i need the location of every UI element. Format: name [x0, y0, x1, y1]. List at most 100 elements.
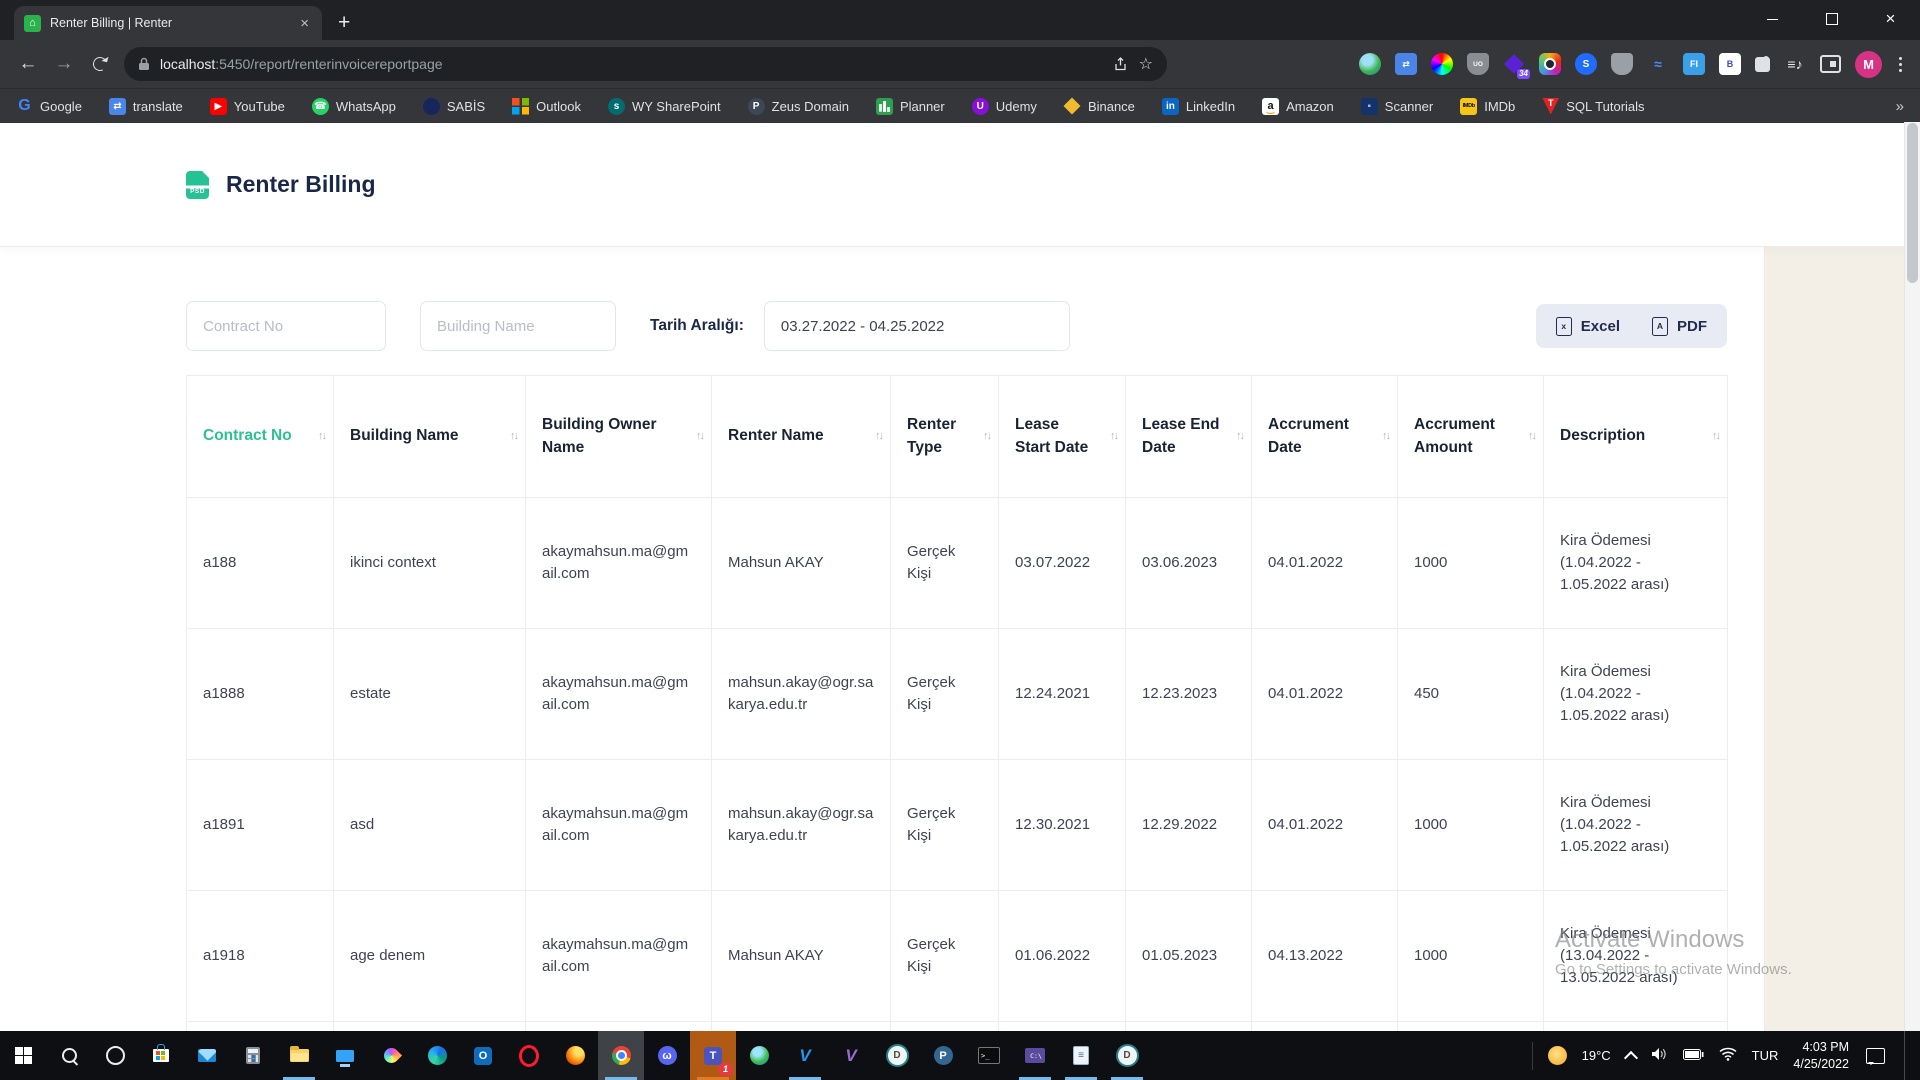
bookmark-item[interactable]: in LinkedIn	[1162, 98, 1235, 115]
search-icon[interactable]	[46, 1031, 92, 1080]
extensions-puzzle-icon[interactable]	[1755, 57, 1770, 72]
building-name-input[interactable]	[420, 301, 616, 351]
window-minimize-button[interactable]	[1743, 0, 1802, 38]
volume-icon[interactable]	[1651, 1047, 1668, 1064]
sort-icon[interactable]	[696, 429, 703, 445]
edge-icon[interactable]	[414, 1031, 460, 1080]
language-indicator[interactable]: TUR	[1752, 1048, 1779, 1063]
sort-icon[interactable]	[318, 429, 325, 445]
shazam-icon[interactable]: S	[1575, 53, 1597, 75]
column-header[interactable]: Building Owner Name	[526, 376, 712, 498]
playlist-icon[interactable]: ≡♪	[1784, 53, 1806, 75]
bookmark-item[interactable]: Outlook	[512, 98, 581, 115]
sort-icon[interactable]	[1528, 429, 1535, 445]
column-header[interactable]: Renter Type	[891, 376, 999, 498]
side-panel-icon[interactable]	[1820, 55, 1841, 73]
purple-diamond-ext-icon[interactable]: 34	[1503, 53, 1525, 75]
idm-icon[interactable]	[1359, 53, 1381, 75]
address-bar[interactable]: localhost:5450/report/renterinvoicerepor…	[124, 47, 1167, 81]
column-header[interactable]: Contract No	[187, 376, 334, 498]
temperature-label[interactable]: 19°C	[1582, 1048, 1611, 1063]
tray-expand-chevron-icon[interactable]	[1624, 1050, 1638, 1064]
google-translate-icon[interactable]: ⇄	[1395, 53, 1417, 75]
profile-avatar[interactable]: M	[1855, 51, 1882, 78]
file-explorer-icon[interactable]	[276, 1031, 322, 1080]
browser-tab[interactable]: ⌂ Renter Billing | Renter ×	[14, 6, 322, 40]
ublock-origin-icon[interactable]: UO	[1467, 53, 1489, 75]
wifi-icon[interactable]	[1719, 1047, 1737, 1064]
column-header[interactable]: Renter Name	[712, 376, 891, 498]
sort-icon[interactable]	[983, 429, 990, 445]
column-header[interactable]: Building Name	[334, 376, 526, 498]
bookmark-item[interactable]: T SQL Tutorials	[1542, 98, 1644, 115]
notepad-icon[interactable]: ≡	[1058, 1031, 1104, 1080]
camera-downloader-icon[interactable]	[1539, 53, 1561, 75]
audio-wave-icon[interactable]: ≈	[1647, 53, 1669, 75]
column-header[interactable]: Lease Start Date	[999, 376, 1126, 498]
show-desktop-button[interactable]	[1904, 1031, 1910, 1080]
terminal-icon[interactable]: C:\	[1012, 1031, 1058, 1080]
microsoft-store-icon[interactable]	[138, 1031, 184, 1080]
cortana-icon[interactable]	[92, 1031, 138, 1080]
bookmark-item[interactable]: Binance	[1064, 98, 1135, 115]
contract-no-input[interactable]	[186, 301, 386, 351]
window-maximize-button[interactable]	[1802, 0, 1861, 38]
teams-icon[interactable]: T 1	[690, 1031, 736, 1080]
discord-icon[interactable]: ω	[644, 1031, 690, 1080]
mail-icon[interactable]	[184, 1031, 230, 1080]
vscode-icon[interactable]: V	[782, 1031, 828, 1080]
sort-icon[interactable]	[1236, 429, 1243, 445]
new-tab-button[interactable]: +	[338, 12, 350, 33]
chrome-icon[interactable]	[598, 1031, 644, 1080]
dbeaver-icon[interactable]: D	[874, 1031, 920, 1080]
window-close-button[interactable]: ×	[1861, 0, 1920, 38]
sort-icon[interactable]	[875, 429, 882, 445]
outlook-icon[interactable]: O	[460, 1031, 506, 1080]
sort-icon[interactable]	[1382, 429, 1389, 445]
date-range-input[interactable]	[764, 301, 1070, 351]
clock[interactable]: 4:03 PM 4/25/2022	[1793, 1039, 1849, 1072]
column-header[interactable]: Accrument Date	[1252, 376, 1398, 498]
lock-icon[interactable]	[138, 57, 150, 71]
bookmarks-overflow-chevron-icon[interactable]: »	[1896, 98, 1904, 115]
bookmark-star-icon[interactable]: ☆	[1139, 54, 1153, 74]
browser-menu-icon[interactable]	[1890, 46, 1910, 82]
bitwarden-icon[interactable]: B	[1719, 53, 1741, 75]
column-header[interactable]: Accrument Amount	[1398, 376, 1544, 498]
postgresql-icon[interactable]: P	[920, 1031, 966, 1080]
bookmark-item[interactable]: s WY SharePoint	[608, 98, 721, 115]
battery-icon[interactable]	[1683, 1048, 1704, 1063]
url-text[interactable]: localhost:5450/report/renterinvoicerepor…	[160, 56, 1103, 72]
back-icon[interactable]: ←	[10, 46, 46, 82]
bookmark-item[interactable]: a Amazon	[1262, 98, 1334, 115]
visual-studio-icon[interactable]: V	[828, 1031, 874, 1080]
bookmark-item[interactable]: ▪ Scanner	[1361, 98, 1433, 115]
bookmark-item[interactable]: Planner	[876, 98, 945, 115]
pdf-export-button[interactable]: A PDF	[1636, 304, 1723, 348]
reload-icon[interactable]	[82, 46, 118, 82]
scrollbar-thumb[interactable]	[1907, 123, 1918, 283]
dbeaver2-icon[interactable]: D	[1104, 1031, 1150, 1080]
cmd-icon[interactable]: >_	[966, 1031, 1012, 1080]
bookmark-item[interactable]: SABİS	[423, 98, 485, 115]
column-header[interactable]: Lease End Date	[1126, 376, 1252, 498]
bookmark-item[interactable]: P Zeus Domain	[748, 98, 849, 115]
bookmark-item[interactable]: ⇄ translate	[109, 98, 183, 115]
start-button[interactable]	[0, 1031, 46, 1080]
firefox-icon[interactable]	[552, 1031, 598, 1080]
tab-close-icon[interactable]: ×	[297, 15, 312, 32]
sort-icon[interactable]	[510, 429, 517, 445]
opera-icon[interactable]	[506, 1031, 552, 1080]
column-header[interactable]: Description	[1544, 376, 1728, 498]
sort-icon[interactable]	[1712, 429, 1719, 445]
bookmark-item[interactable]: IMDb IMDb	[1460, 98, 1515, 115]
bookmark-item[interactable]: G Google	[16, 98, 82, 115]
fonts-ninja-icon[interactable]: FI	[1683, 53, 1705, 75]
action-center-icon[interactable]	[1866, 1048, 1885, 1064]
forward-icon[interactable]: →	[46, 46, 82, 82]
weather-sun-icon[interactable]	[1548, 1046, 1567, 1065]
share-icon[interactable]	[1113, 56, 1129, 72]
bookmark-item[interactable]: ☎ WhatsApp	[312, 98, 396, 115]
page-scrollbar[interactable]	[1904, 122, 1920, 1031]
calculator-icon[interactable]	[230, 1031, 276, 1080]
